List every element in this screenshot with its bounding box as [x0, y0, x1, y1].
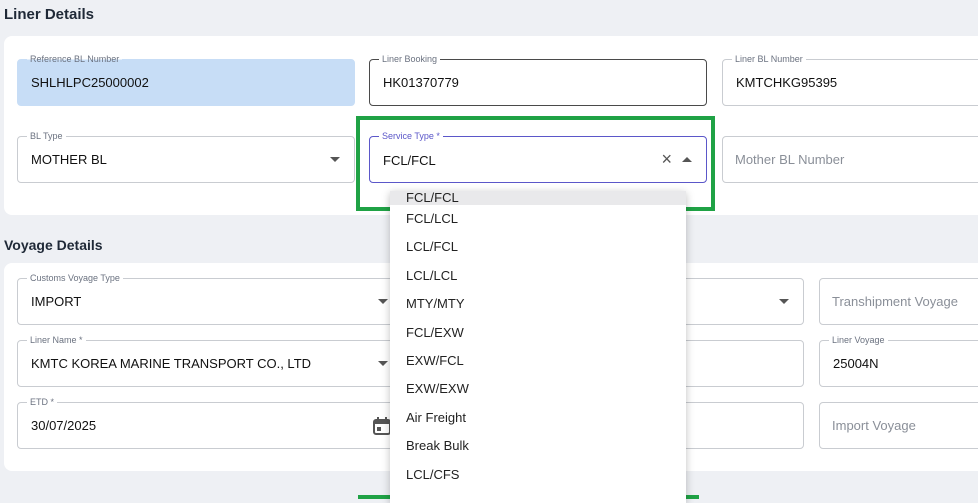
dropdown-option[interactable]: LCL/LCL [390, 262, 686, 290]
reference-bl-label: Reference BL Number [27, 54, 123, 65]
calendar-icon[interactable] [372, 416, 392, 436]
transhipment-voyage-field[interactable]: Transhipment Voyage [819, 278, 978, 325]
etd-date-field[interactable]: ETD * 30/07/2025 [17, 397, 403, 449]
reference-bl-field[interactable]: Reference BL Number SHLHLPC25000002 [17, 54, 355, 106]
service-type-dropdown: FCL/FCL FCL/LCL LCL/FCL LCL/LCL MTY/MTY … [390, 191, 686, 503]
liner-bl-value: KMTCHKG95395 [736, 75, 838, 90]
import-voyage-placeholder: Import Voyage [832, 418, 916, 433]
etd-label: ETD * [27, 397, 58, 408]
dropdown-option[interactable]: MTY/MTY [390, 290, 686, 318]
liner-details-title: Liner Details [4, 6, 95, 23]
chevron-down-icon[interactable] [779, 299, 789, 304]
liner-bl-field[interactable]: Liner BL Number KMTCHKG95395 [722, 54, 978, 106]
voyage-details-title: Voyage Details [4, 237, 103, 253]
transhipment-voyage-placeholder: Transhipment Voyage [832, 294, 958, 309]
import-voyage-field[interactable]: Import Voyage [819, 402, 978, 449]
mother-bl-placeholder: Mother BL Number [735, 152, 845, 167]
liner-name-label: Liner Name * [27, 335, 86, 346]
customs-voyage-type-label: Customs Voyage Type [27, 273, 123, 284]
dropdown-option[interactable]: FCL/EXW [390, 319, 686, 347]
bl-type-label: BL Type [27, 131, 66, 142]
dropdown-option[interactable]: EXW/FCL [390, 347, 686, 375]
chevron-down-icon[interactable] [378, 361, 388, 366]
dropdown-option[interactable]: LCL/FCL [390, 233, 686, 261]
liner-booking-label: Liner Booking [379, 54, 441, 65]
chevron-down-icon[interactable] [330, 157, 340, 162]
reference-bl-value: SHLHLPC25000002 [31, 75, 149, 90]
dropdown-option[interactable]: FCL/LCL [390, 205, 686, 233]
dropdown-option[interactable]: EXW/EXW [390, 375, 686, 403]
dropdown-option[interactable]: LCL/CFS [390, 461, 686, 489]
bl-type-value: MOTHER BL [31, 152, 107, 167]
dropdown-option[interactable]: FCL/FCL [390, 191, 686, 205]
chevron-down-icon[interactable] [378, 299, 388, 304]
liner-name-value: KMTC KOREA MARINE TRANSPORT CO., LTD [31, 356, 312, 371]
mother-bl-field[interactable]: Mother BL Number [722, 136, 978, 183]
liner-name-select[interactable]: Liner Name * KMTC KOREA MARINE TRANSPORT… [17, 335, 403, 387]
dropdown-option[interactable]: Air Freight [390, 404, 686, 432]
customs-voyage-type-select[interactable]: Customs Voyage Type IMPORT [17, 273, 403, 325]
liner-voyage-label: Liner Voyage [829, 335, 888, 346]
dropdown-option[interactable]: Break Bulk [390, 432, 686, 460]
liner-booking-field[interactable]: Liner Booking HK01370779 [369, 54, 707, 106]
bl-type-select[interactable]: BL Type MOTHER BL [17, 131, 355, 183]
liner-voyage-field[interactable]: Liner Voyage 25004N [819, 335, 978, 387]
liner-voyage-value: 25004N [833, 356, 879, 371]
customs-voyage-type-value: IMPORT [31, 294, 82, 309]
liner-bl-label: Liner BL Number [732, 54, 806, 65]
liner-booking-value: HK01370779 [383, 75, 459, 90]
etd-value: 30/07/2025 [31, 418, 97, 433]
